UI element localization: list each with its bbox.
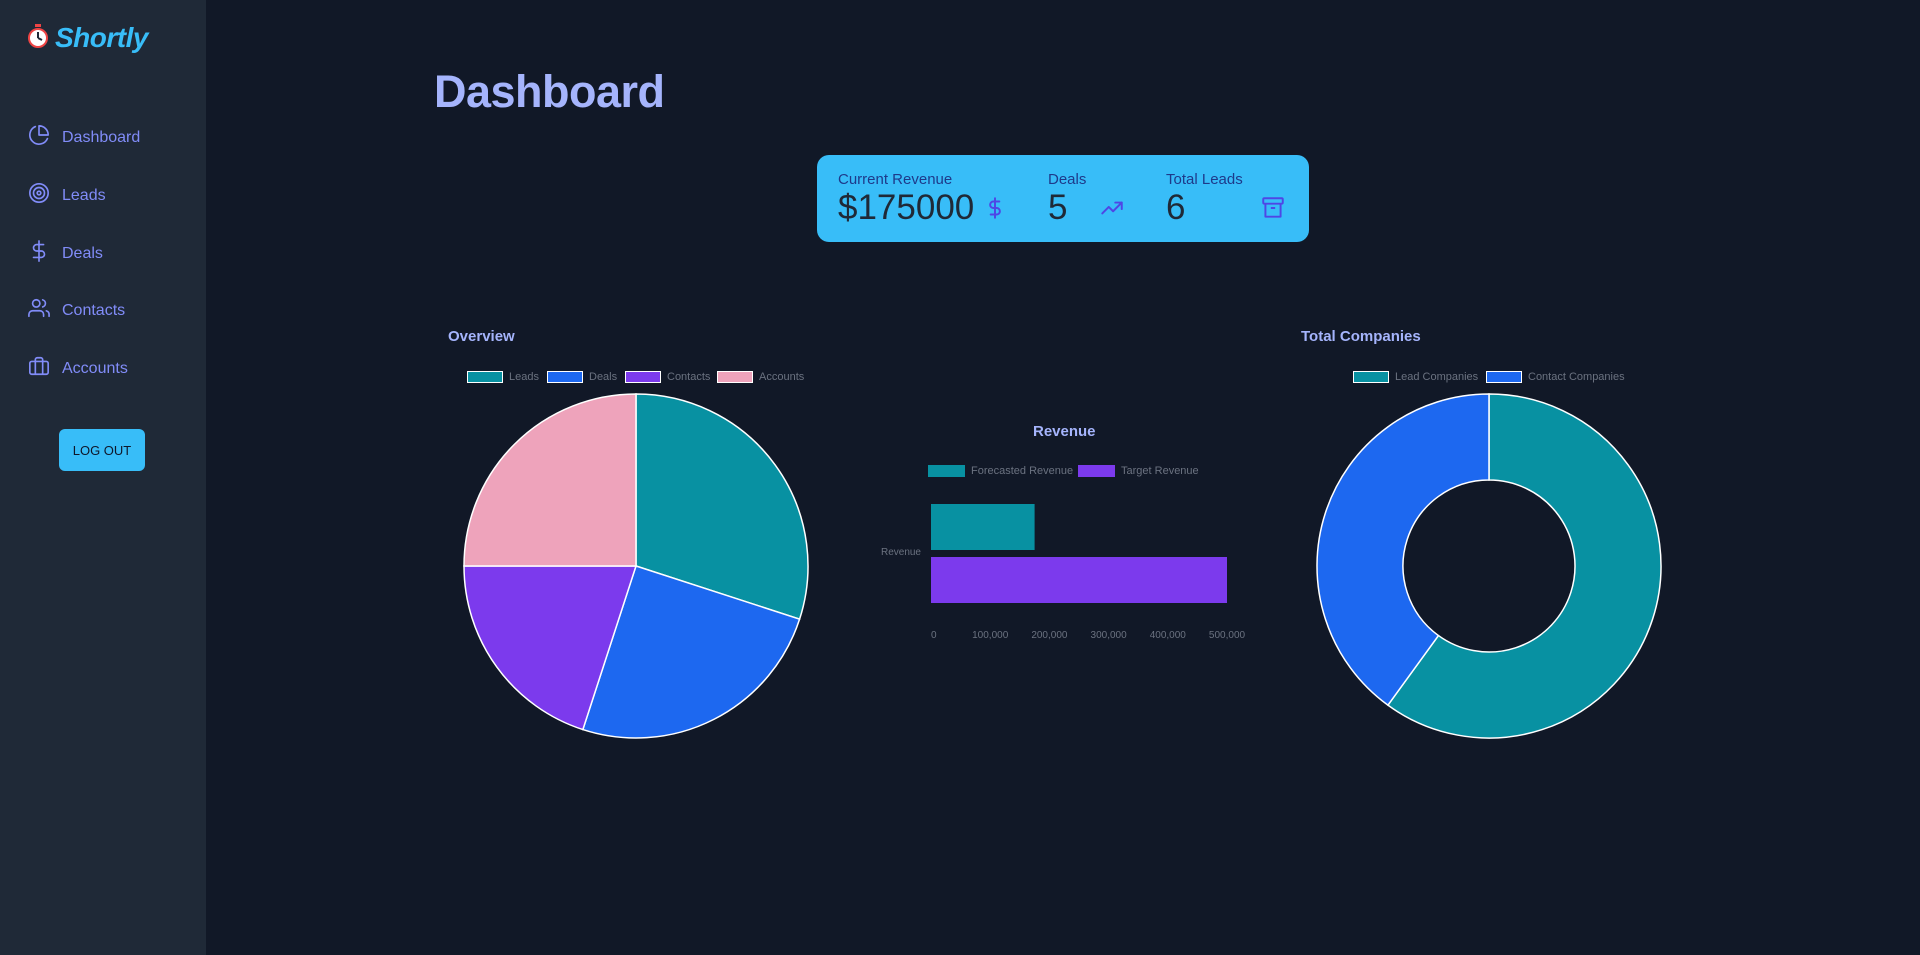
x-tick-label: 400,000	[1150, 630, 1187, 641]
sidebar-item-label: Deals	[62, 244, 103, 262]
sidebar-item-dashboard[interactable]: Dashboard	[28, 124, 140, 151]
logout-button[interactable]: LOG OUT	[59, 429, 145, 471]
legend-swatch	[928, 465, 965, 477]
app-name: Shortly	[55, 22, 148, 53]
bar-forecasted-revenue[interactable]	[931, 504, 1035, 550]
total-leads-value: 6	[1166, 188, 1186, 227]
legend-item-accounts[interactable]: Accounts	[717, 371, 804, 383]
legend-swatch	[1078, 465, 1115, 477]
category-label: Revenue	[881, 547, 921, 558]
sidebar-item-deals[interactable]: Deals	[28, 240, 103, 267]
current-revenue-label: Current Revenue	[838, 171, 953, 188]
sidebar-item-label: Contacts	[62, 301, 126, 319]
current-revenue-value: $175000	[838, 188, 975, 227]
legend-item-leads[interactable]: Leads	[467, 371, 539, 383]
legend-label: Deals	[589, 371, 618, 383]
app-logo[interactable]: Shortly	[27, 22, 148, 54]
trending-up-icon	[1099, 195, 1125, 221]
x-tick-label: 100,000	[972, 630, 1009, 641]
deals-label: Deals	[1048, 171, 1087, 188]
sidebar-item-leads[interactable]: Leads	[28, 182, 106, 209]
page-title: Dashboard	[434, 66, 665, 117]
legend-swatch	[467, 371, 503, 383]
legend-swatch	[717, 371, 753, 383]
legend-label: Target Revenue	[1121, 465, 1199, 477]
users-icon	[28, 297, 50, 324]
legend-item-deals[interactable]: Deals	[547, 371, 617, 383]
total-leads-label: Total Leads	[1166, 171, 1243, 188]
deals-value: 5	[1048, 188, 1068, 227]
archive-icon	[1260, 195, 1286, 221]
legend-swatch	[1486, 371, 1522, 383]
slice-accounts[interactable]	[463, 393, 637, 567]
sidebar: Shortly Dashboard Leads Deals Contacts A…	[0, 0, 206, 955]
revenue-title: Revenue	[1033, 423, 1096, 440]
sidebar-item-label: Leads	[62, 186, 106, 204]
legend-label: Contacts	[667, 371, 711, 383]
legend-swatch	[625, 371, 661, 383]
target-icon	[28, 182, 50, 209]
legend-item-contact-companies[interactable]: Contact Companies	[1486, 371, 1625, 383]
legend-label: Forecasted Revenue	[971, 465, 1074, 477]
x-tick-label: 300,000	[1091, 630, 1128, 641]
bar-target-revenue[interactable]	[931, 557, 1227, 603]
overview-pie-chart[interactable]	[460, 390, 810, 740]
sidebar-item-accounts[interactable]: Accounts	[28, 355, 128, 382]
legend-label: Lead Companies	[1395, 371, 1479, 383]
dollar-icon	[28, 240, 50, 267]
sidebar-item-contacts[interactable]: Contacts	[28, 297, 125, 324]
legend-swatch	[1353, 371, 1389, 383]
legend-item-forecasted-revenue[interactable]: Forecasted Revenue	[928, 465, 1073, 477]
legend-label: Leads	[509, 371, 539, 383]
total-companies-doughnut-chart[interactable]	[1313, 390, 1663, 740]
sidebar-item-label: Dashboard	[62, 128, 141, 146]
revenue-bar-chart[interactable]: Revenue 0 100,000 200,000 300,000 400,000 500,…	[870, 495, 1260, 645]
legend-label: Accounts	[759, 371, 805, 383]
total-companies-title: Total Companies	[1301, 328, 1421, 345]
legend-item-contacts[interactable]: Contacts	[625, 371, 710, 383]
x-tick-label: 500,000	[1209, 630, 1246, 641]
stopwatch-icon	[27, 23, 49, 53]
x-tick-label: 200,000	[1031, 630, 1068, 641]
overview-title: Overview	[448, 328, 515, 345]
sidebar-item-label: Accounts	[62, 359, 128, 377]
briefcase-icon	[28, 355, 50, 382]
legend-item-lead-companies[interactable]: Lead Companies	[1353, 371, 1478, 383]
dollar-icon	[982, 195, 1008, 221]
x-tick-label: 0	[931, 630, 937, 641]
legend-swatch	[547, 371, 583, 383]
pie-chart-icon	[28, 124, 50, 151]
stats-card: Current Revenue $175000 Deals 5 Total Le…	[817, 155, 1309, 242]
legend-label: Contact Companies	[1528, 371, 1625, 383]
legend-item-target-revenue[interactable]: Target Revenue	[1078, 465, 1199, 477]
